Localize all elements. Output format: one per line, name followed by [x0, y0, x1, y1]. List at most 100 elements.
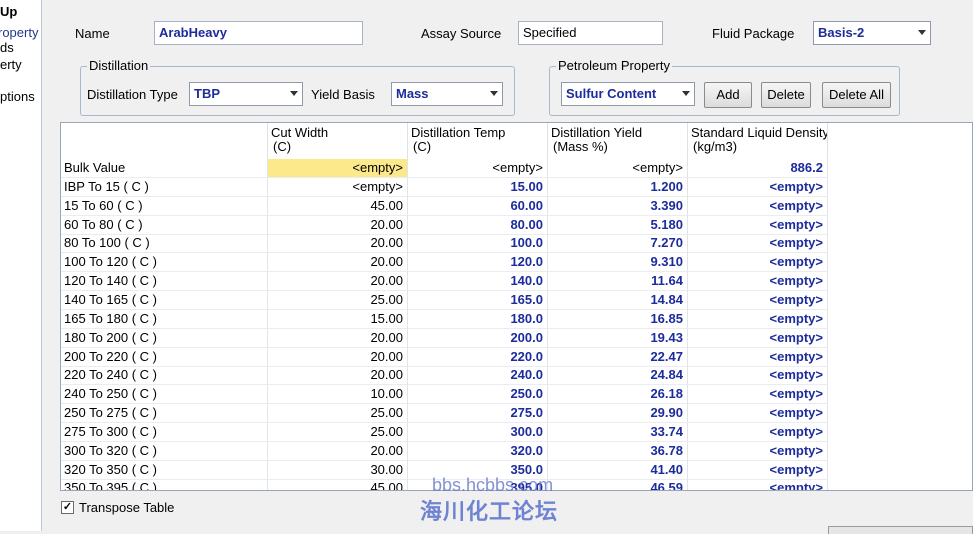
distillation-temp-cell[interactable]: 240.0: [408, 366, 548, 386]
distillation-yield-cell[interactable]: 9.310: [548, 253, 688, 273]
cut-width-cell[interactable]: 20.00: [268, 253, 408, 273]
distillation-yield-cell[interactable]: 14.84: [548, 290, 688, 310]
petroleum-property-select[interactable]: Sulfur Content: [561, 82, 695, 106]
density-cell[interactable]: 886.2: [688, 159, 828, 178]
distillation-temp-cell[interactable]: 15.00: [408, 177, 548, 197]
distillation-yield-cell[interactable]: 24.84: [548, 366, 688, 386]
nav-item-setup[interactable]: Up: [0, 4, 17, 19]
distillation-temp-cell[interactable]: 250.0: [408, 385, 548, 405]
distillation-yield-cell[interactable]: <empty>: [548, 159, 688, 178]
distillation-yield-cell[interactable]: 46.59: [548, 479, 688, 490]
header-distillation-temp[interactable]: Distillation Temp (C): [408, 123, 548, 159]
table-row: 300 To 320 ( C ) 20.00 320.0 36.78 <empty>: [61, 441, 972, 461]
row-label-cell: 100 To 120 ( C ): [61, 253, 268, 273]
yield-basis-select[interactable]: Mass: [391, 82, 503, 106]
density-cell[interactable]: <empty>: [688, 441, 828, 461]
delete-all-button[interactable]: Delete All: [822, 82, 891, 108]
cut-width-cell[interactable]: 30.00: [268, 460, 408, 480]
fluid-package-select[interactable]: Basis-2: [813, 21, 931, 45]
density-cell[interactable]: <empty>: [688, 272, 828, 292]
delete-button[interactable]: Delete: [761, 82, 811, 108]
cut-width-cell[interactable]: 25.00: [268, 290, 408, 310]
density-cell[interactable]: <empty>: [688, 290, 828, 310]
watermark-forum-name: 海川化工论坛: [420, 499, 559, 524]
distillation-yield-cell[interactable]: 1.200: [548, 177, 688, 197]
cut-width-cell[interactable]: 20.00: [268, 366, 408, 386]
density-cell[interactable]: <empty>: [688, 366, 828, 386]
nav-item-bulk-property[interactable]: erty: [0, 57, 22, 72]
cut-width-cell[interactable]: <empty>: [268, 177, 408, 197]
distillation-yield-cell[interactable]: 26.18: [548, 385, 688, 405]
cut-width-cell[interactable]: 25.00: [268, 422, 408, 442]
distillation-temp-cell[interactable]: 200.0: [408, 328, 548, 348]
transpose-table-checkbox[interactable]: ✓: [61, 501, 74, 514]
density-cell[interactable]: <empty>: [688, 328, 828, 348]
distillation-temp-cell[interactable]: 140.0: [408, 272, 548, 292]
density-cell[interactable]: <empty>: [688, 177, 828, 197]
distillation-yield-cell[interactable]: 3.390: [548, 196, 688, 216]
distillation-temp-cell[interactable]: 320.0: [408, 441, 548, 461]
density-cell[interactable]: <empty>: [688, 385, 828, 405]
distillation-yield-cell[interactable]: 11.64: [548, 272, 688, 292]
density-cell[interactable]: <empty>: [688, 196, 828, 216]
cut-width-cell[interactable]: 45.00: [268, 196, 408, 216]
assay-data-grid[interactable]: Cut Width (C) Distillation Temp (C) Dist…: [60, 122, 973, 491]
table-row: 200 To 220 ( C ) 20.00 220.0 22.47 <empty>: [61, 347, 972, 367]
distillation-yield-cell[interactable]: 7.270: [548, 234, 688, 254]
distillation-temp-cell[interactable]: <empty>: [408, 159, 548, 178]
cut-width-cell[interactable]: 20.00: [268, 215, 408, 235]
distillation-yield-cell[interactable]: 22.47: [548, 347, 688, 367]
distillation-yield-cell[interactable]: 29.90: [548, 404, 688, 424]
add-button[interactable]: Add: [704, 82, 752, 108]
distillation-yield-cell[interactable]: 16.85: [548, 309, 688, 329]
distillation-temp-cell[interactable]: 60.00: [408, 196, 548, 216]
assay-source-input[interactable]: Specified: [518, 21, 663, 45]
distillation-type-select[interactable]: TBP: [189, 82, 303, 106]
header-title: Cut Width: [271, 125, 329, 140]
distillation-temp-cell[interactable]: 165.0: [408, 290, 548, 310]
header-cut-width[interactable]: Cut Width (C): [268, 123, 408, 159]
cut-width-cell[interactable]: 20.00: [268, 441, 408, 461]
header-distillation-yield[interactable]: Distillation Yield (Mass %): [548, 123, 688, 159]
assay-source-label: Assay Source: [421, 26, 502, 41]
distillation-yield-cell[interactable]: 33.74: [548, 422, 688, 442]
header-standard-liquid-density[interactable]: Standard Liquid Density (kg/m3): [688, 123, 828, 159]
density-cell[interactable]: <empty>: [688, 479, 828, 490]
density-cell[interactable]: <empty>: [688, 253, 828, 273]
distillation-temp-cell[interactable]: 80.00: [408, 215, 548, 235]
nav-item-fluids[interactable]: ds: [0, 40, 14, 55]
cut-width-cell[interactable]: <empty>: [268, 159, 408, 178]
distillation-temp-cell[interactable]: 120.0: [408, 253, 548, 273]
name-input[interactable]: ArabHeavy: [154, 21, 363, 45]
density-cell[interactable]: <empty>: [688, 460, 828, 480]
density-cell[interactable]: <empty>: [688, 215, 828, 235]
cut-width-cell[interactable]: 20.00: [268, 347, 408, 367]
distillation-temp-cell[interactable]: 275.0: [408, 404, 548, 424]
cut-width-cell[interactable]: 20.00: [268, 328, 408, 348]
cut-width-cell[interactable]: 15.00: [268, 309, 408, 329]
density-cell[interactable]: <empty>: [688, 234, 828, 254]
distillation-temp-cell[interactable]: 100.0: [408, 234, 548, 254]
distillation-yield-cell[interactable]: 36.78: [548, 441, 688, 461]
header-row-label: [61, 123, 268, 159]
distillation-yield-cell[interactable]: 5.180: [548, 215, 688, 235]
density-cell[interactable]: <empty>: [688, 422, 828, 442]
distillation-yield-cell[interactable]: 41.40: [548, 460, 688, 480]
bulk-value-row: Bulk Value <empty> <empty> <empty> 886.2: [61, 159, 972, 178]
distillation-temp-cell[interactable]: 220.0: [408, 347, 548, 367]
cut-width-cell[interactable]: 20.00: [268, 234, 408, 254]
cut-width-cell[interactable]: 25.00: [268, 404, 408, 424]
distillation-temp-cell[interactable]: 180.0: [408, 309, 548, 329]
distillation-temp-cell[interactable]: 300.0: [408, 422, 548, 442]
bottom-button-edge[interactable]: [828, 526, 973, 534]
cut-width-cell[interactable]: 10.00: [268, 385, 408, 405]
density-cell[interactable]: <empty>: [688, 347, 828, 367]
nav-item-property[interactable]: roperty: [0, 25, 38, 40]
distillation-yield-cell[interactable]: 19.43: [548, 328, 688, 348]
cut-width-cell[interactable]: 45.00: [268, 479, 408, 490]
density-cell[interactable]: <empty>: [688, 404, 828, 424]
nav-item-options[interactable]: ptions: [0, 89, 35, 104]
density-cell[interactable]: <empty>: [688, 309, 828, 329]
row-label-cell: 350 To 395 ( C ): [61, 479, 268, 490]
cut-width-cell[interactable]: 20.00: [268, 272, 408, 292]
